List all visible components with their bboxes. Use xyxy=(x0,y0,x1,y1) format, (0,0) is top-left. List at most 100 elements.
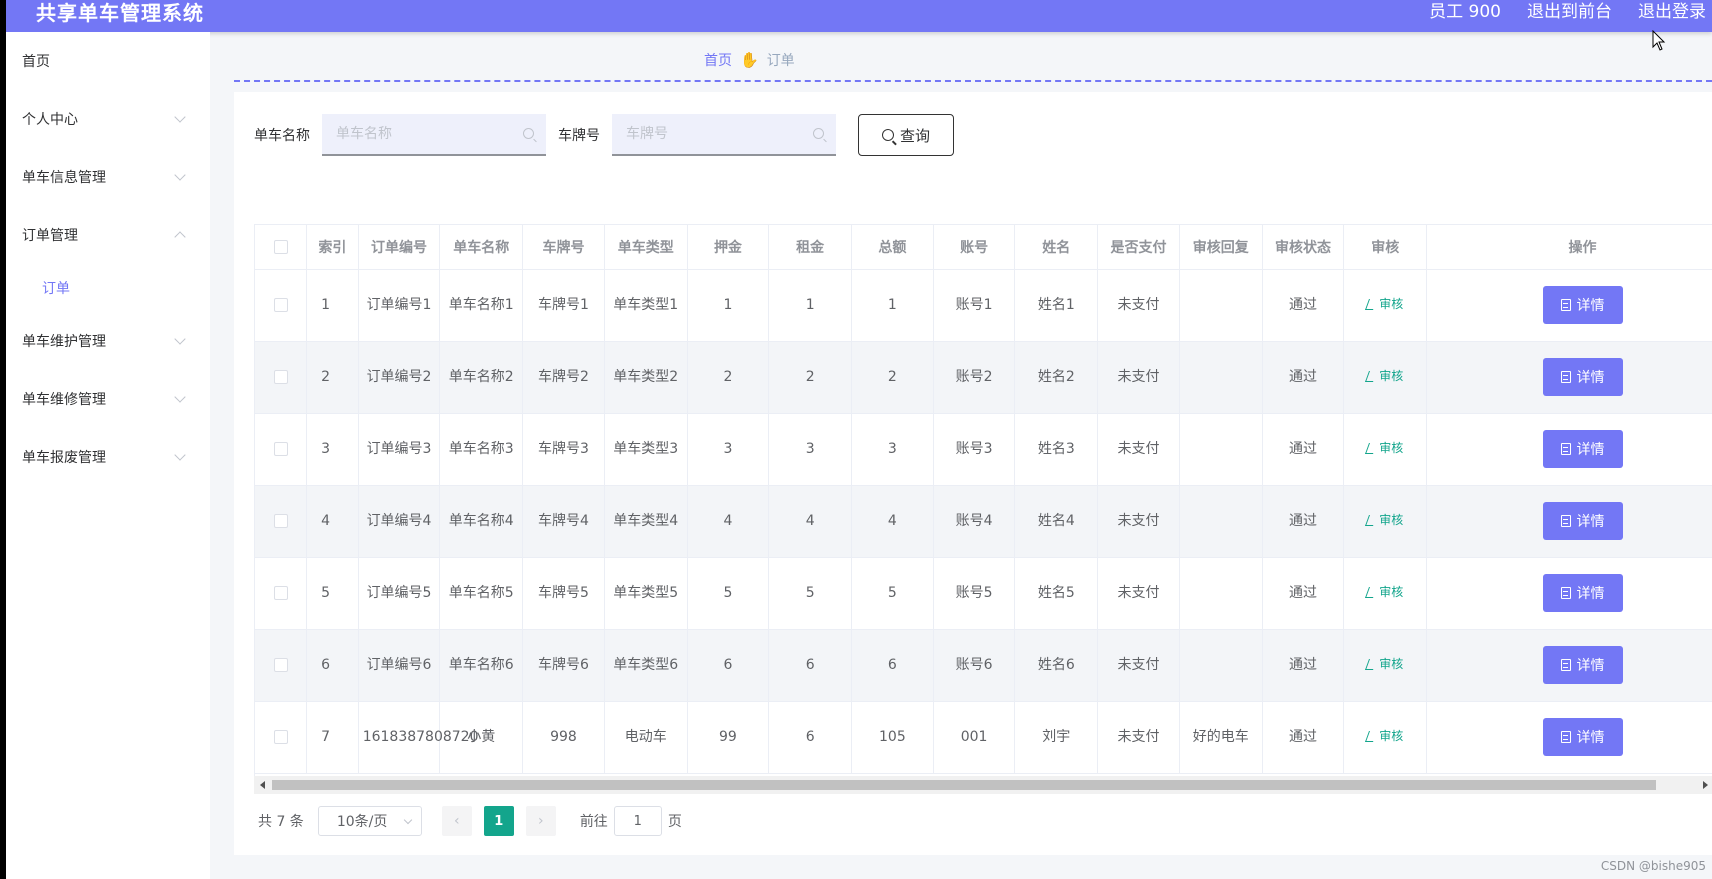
audit-link[interactable]: 审核 xyxy=(1365,653,1403,676)
cell-paid: 未支付 xyxy=(1097,701,1180,774)
select-all-header[interactable] xyxy=(255,225,308,270)
detail-button[interactable]: 详情 xyxy=(1542,718,1623,756)
detail-button[interactable]: 详情 xyxy=(1542,430,1623,468)
audit-link[interactable]: 审核 xyxy=(1365,365,1403,388)
edit-icon xyxy=(1365,298,1378,310)
cell-rent: 3 xyxy=(768,413,853,486)
logout-link[interactable]: 退出登录 xyxy=(1638,0,1706,24)
audit-link[interactable]: 审核 xyxy=(1365,437,1403,460)
row-select-cell[interactable] xyxy=(255,557,308,630)
row-select-cell[interactable] xyxy=(255,485,308,558)
chevron-down-icon xyxy=(174,449,186,461)
cell-deposit: 4 xyxy=(687,485,770,558)
row-checkbox[interactable] xyxy=(273,729,288,744)
cell-plate: 车牌号4 xyxy=(522,485,605,558)
cell-total: 2 xyxy=(851,341,934,414)
row-checkbox[interactable] xyxy=(273,297,288,312)
page-number-button[interactable]: 1 xyxy=(483,806,514,836)
cell-name: 姓名4 xyxy=(1014,485,1099,558)
next-page-button[interactable]: › xyxy=(525,806,556,836)
cell-deposit: 1 xyxy=(687,269,770,342)
scroll-left-icon[interactable] xyxy=(260,781,265,789)
prev-page-button[interactable]: ‹ xyxy=(441,806,472,836)
cell-status: 通过 xyxy=(1262,557,1345,630)
sidebar-item-bike-scrap[interactable]: 单车报废管理 xyxy=(6,428,210,486)
row-checkbox[interactable] xyxy=(273,513,288,528)
column-header: 索引 xyxy=(306,225,359,270)
audit-link[interactable]: 审核 xyxy=(1365,581,1403,604)
sidebar-item-bike-info[interactable]: 单车信息管理 xyxy=(6,148,210,206)
watermark: CSDN @bishe905 xyxy=(1600,859,1706,873)
row-select-cell[interactable] xyxy=(255,629,308,702)
sidebar-item-bike-maintenance[interactable]: 单车维护管理 xyxy=(6,312,210,370)
sidebar-item-order-management[interactable]: 订单管理 xyxy=(6,206,210,264)
cell-plate: 998 xyxy=(522,701,605,774)
row-select-cell[interactable] xyxy=(255,269,308,342)
horizontal-scrollbar[interactable] xyxy=(254,776,1712,794)
page-unit-label: 页 xyxy=(667,814,682,830)
cell-status: 通过 xyxy=(1262,485,1345,558)
column-header: 账号 xyxy=(933,225,1016,270)
cell-audit: 审核 xyxy=(1343,557,1428,630)
audit-link[interactable]: 审核 xyxy=(1365,725,1403,748)
goto-page-input[interactable] xyxy=(613,806,662,836)
cell-account: 账号2 xyxy=(933,341,1016,414)
table-row: 5 订单编号5 单车名称5 车牌号5 单车类型5 5 5 5 账号5 姓名5 未支付 通过 审核 详情 xyxy=(255,557,1712,630)
cell-total: 5 xyxy=(851,557,934,630)
cell-total: 3 xyxy=(851,413,934,486)
chevron-down-icon xyxy=(403,815,413,825)
row-checkbox[interactable] xyxy=(273,585,288,600)
row-checkbox[interactable] xyxy=(273,441,288,456)
cell-status: 通过 xyxy=(1262,701,1345,774)
main-panel: 单车名称 车牌号 查询 xyxy=(234,92,1712,855)
cell-deposit: 99 xyxy=(687,701,770,774)
chevron-down-icon xyxy=(174,111,186,123)
sidebar-item-home[interactable]: 首页 xyxy=(6,32,210,90)
document-icon xyxy=(1560,371,1571,383)
exit-to-front-link[interactable]: 退出到前台 xyxy=(1527,0,1612,24)
detail-button[interactable]: 详情 xyxy=(1542,286,1623,324)
scrollbar-thumb[interactable] xyxy=(272,780,1656,790)
sidebar-item-personal-center[interactable]: 个人中心 xyxy=(6,90,210,148)
cell-bike-type: 单车类型5 xyxy=(604,557,688,630)
query-button[interactable]: 查询 xyxy=(858,114,954,156)
detail-button[interactable]: 详情 xyxy=(1542,646,1623,684)
detail-button[interactable]: 详情 xyxy=(1542,358,1623,396)
row-checkbox[interactable] xyxy=(273,657,288,672)
row-select-cell[interactable] xyxy=(255,701,308,774)
audit-link[interactable]: 审核 xyxy=(1365,293,1403,316)
column-header: 审核回复 xyxy=(1179,225,1263,270)
breadcrumb-home[interactable]: 首页 xyxy=(704,50,732,70)
goto-label: 前往 xyxy=(579,814,608,830)
edit-icon xyxy=(1365,442,1378,454)
page-size-value: 10条/页 xyxy=(336,814,388,830)
bike-name-label: 单车名称 xyxy=(254,128,310,144)
cell-paid: 未支付 xyxy=(1097,485,1180,558)
page-size-select[interactable]: 10条/页 xyxy=(317,806,422,836)
plate-input[interactable] xyxy=(612,114,836,154)
bike-name-input[interactable] xyxy=(322,114,546,154)
sidebar-item-bike-repair[interactable]: 单车维修管理 xyxy=(6,370,210,428)
row-select-cell[interactable] xyxy=(255,341,308,414)
cell-name: 刘宇 xyxy=(1014,701,1099,774)
sidebar: 首页 个人中心 单车信息管理 订单管理 订单 单车维护管理 单车维修管理 单车报… xyxy=(6,32,210,879)
sidebar-subitem-order[interactable]: 订单 xyxy=(6,264,210,312)
scroll-right-icon[interactable] xyxy=(1703,781,1708,789)
cell-status: 通过 xyxy=(1262,269,1345,342)
select-all-checkbox[interactable] xyxy=(273,239,288,254)
detail-button[interactable]: 详情 xyxy=(1542,574,1623,612)
cell-actions: 详情 xyxy=(1426,557,1712,630)
detail-button-label: 详情 xyxy=(1576,298,1605,314)
row-checkbox[interactable] xyxy=(273,369,288,384)
cell-actions: 详情 xyxy=(1426,701,1712,774)
search-icon xyxy=(813,128,824,139)
cell-index: 5 xyxy=(306,557,359,630)
cell-plate: 车牌号1 xyxy=(522,269,605,342)
cell-deposit: 6 xyxy=(687,629,770,702)
pagination: 共 7 条 10条/页 ‹ 1 › 前往 页 xyxy=(258,806,682,836)
search-icon xyxy=(523,128,534,139)
row-select-cell[interactable] xyxy=(255,413,308,486)
cell-order-no: 订单编号5 xyxy=(358,557,441,630)
audit-link[interactable]: 审核 xyxy=(1365,509,1403,532)
detail-button[interactable]: 详情 xyxy=(1542,502,1623,540)
